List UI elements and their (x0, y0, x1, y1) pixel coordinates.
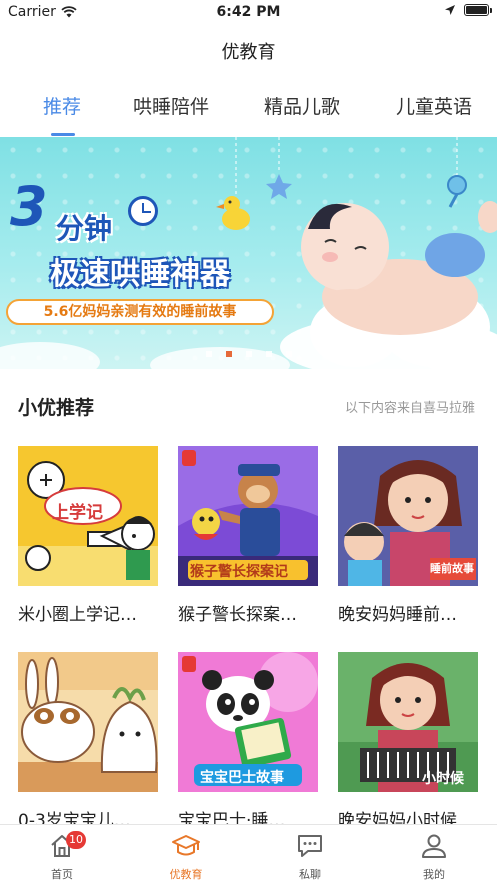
content-card-goodnight-mom-stories[interactable]: 睡前故事 晚安妈妈睡前… (338, 446, 478, 625)
tabbar-home[interactable]: 10 首页 (22, 831, 102, 882)
banner-subline: 5.6亿妈妈亲测有效的睡前故事 (6, 299, 274, 325)
tab-kids-english[interactable]: 儿童英语 (396, 92, 472, 119)
page-title: 优教育 (221, 42, 276, 63)
content-card-baby-songs[interactable]: 0-3岁宝宝儿… (18, 652, 158, 831)
banner-headline-minutes: 分钟 (56, 212, 113, 245)
cover-text: 小时候 (422, 771, 464, 787)
card-title: 猴子警长探案… (178, 605, 297, 625)
tab-recommend[interactable]: 推荐 (43, 92, 81, 119)
profile-icon (422, 834, 446, 858)
active-tab-indicator (51, 133, 75, 136)
content-card-babybus-sleep[interactable]: 宝宝巴士故事 宝宝巴士·睡… (178, 652, 318, 831)
page-dot[interactable] (205, 351, 212, 357)
tabbar-profile[interactable]: 我的 (394, 831, 474, 882)
battery-icon (464, 4, 492, 16)
chat-icon (298, 835, 322, 857)
cover-image: 宝宝巴士故事 (178, 652, 318, 792)
section-source-note: 以下内容来自喜马拉雅 (344, 401, 475, 416)
cover-image: 小时候 (338, 652, 478, 792)
tabbar-label: 我的 (423, 868, 445, 881)
banner-headline: 极速哄睡神器 (50, 257, 230, 292)
card-title: 米小圈上学记… (18, 605, 137, 625)
tabbar-label: 优教育 (169, 868, 203, 881)
content-card-goodnight-mom-childhood[interactable]: 小时候 晚安妈妈小时候 (338, 652, 478, 831)
clock-icon (128, 196, 158, 226)
page-dot[interactable] (245, 351, 252, 357)
tab-sleep-companion[interactable]: 哄睡陪伴 (133, 92, 209, 119)
banner-page-indicator (0, 351, 497, 357)
category-tabs: 推荐 哄睡陪伴 精品儿歌 儿童英语 (0, 92, 497, 136)
cover-text: 猴子警长探案记 (190, 564, 288, 580)
cover-image: 睡前故事 (338, 446, 478, 586)
page-dot[interactable] (285, 351, 292, 357)
cover-text: 宝宝巴士故事 (200, 770, 284, 786)
page-dot-active[interactable] (225, 351, 232, 357)
tabbar-label: 私聊 (299, 868, 321, 881)
cover-text: 睡前故事 (430, 562, 474, 575)
content-card-mixiaoquan[interactable]: 上学记 米小圈上学记… (18, 446, 158, 625)
page-dot[interactable] (265, 351, 272, 357)
tabbar-chat[interactable]: 私聊 (270, 831, 350, 882)
card-title: 晚安妈妈睡前… (338, 605, 457, 625)
bottom-tab-bar: 10 首页 优教育 私聊 我的 (0, 824, 497, 883)
clock-time: 6:42 PM (216, 4, 281, 20)
cover-image: 猴子警长探案记 (178, 446, 318, 586)
content-card-monkey-detective[interactable]: 猴子警长探案记 猴子警长探案… (178, 446, 318, 625)
status-bar: Carrier 6:42 PM (0, 0, 497, 26)
cover-text: 上学记 (52, 503, 103, 523)
tabbar-label: 首页 (51, 868, 73, 881)
tabbar-education[interactable]: 优教育 (146, 831, 226, 882)
notification-badge: 10 (66, 831, 86, 849)
tab-kids-songs[interactable]: 精品儿歌 (264, 92, 340, 119)
location-arrow-icon (445, 5, 455, 15)
status-right (444, 4, 492, 16)
cover-image (18, 652, 158, 792)
section-title: 小优推荐 (18, 397, 95, 419)
banner-number: 3 (10, 175, 48, 238)
promo-banner[interactable]: 3 分钟 极速哄睡神器 5.6亿妈妈亲测有效的睡前故事 (0, 137, 497, 369)
education-icon (172, 835, 200, 856)
cover-image: 上学记 (18, 446, 158, 586)
